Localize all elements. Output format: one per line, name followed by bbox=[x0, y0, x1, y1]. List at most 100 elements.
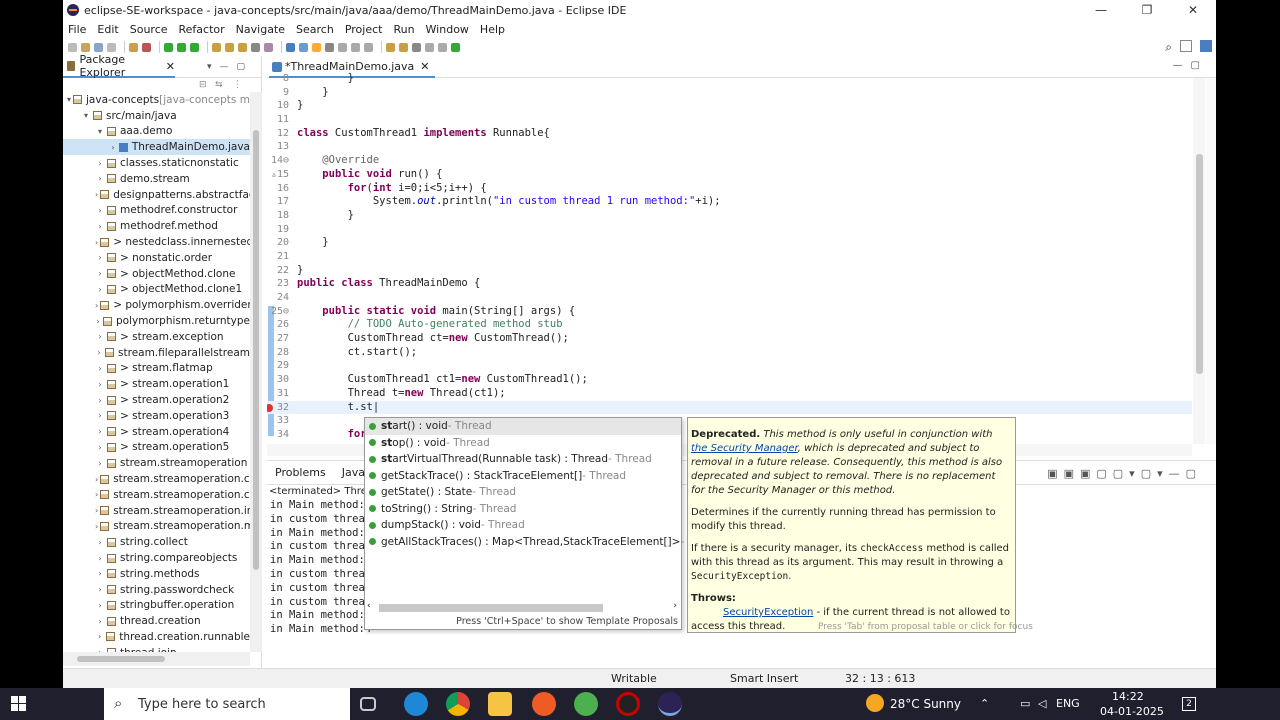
tree-item[interactable]: › > stream.operation1 bbox=[63, 376, 250, 392]
collapsed-arrow-icon[interactable]: › bbox=[95, 411, 105, 420]
collapsed-arrow-icon[interactable]: › bbox=[95, 159, 105, 168]
expanded-arrow-icon[interactable]: ▾ bbox=[95, 127, 105, 136]
collapsed-arrow-icon[interactable]: › bbox=[95, 317, 101, 326]
toolbar-button-icon[interactable] bbox=[238, 42, 247, 52]
collapsed-arrow-icon[interactable]: › bbox=[95, 585, 105, 594]
tree-item[interactable]: › stream.streamoperation bbox=[63, 455, 250, 471]
volume-icon[interactable]: ◁ bbox=[1038, 697, 1046, 710]
proposal-item[interactable]: startVirtualThread(Runnable task) : Thre… bbox=[365, 451, 681, 468]
proposal-item[interactable]: stop() : void - Thread bbox=[365, 435, 681, 452]
collapsed-arrow-icon[interactable]: › bbox=[95, 506, 98, 515]
clock-date[interactable]: 04-01-2025 bbox=[1100, 705, 1164, 718]
proposal-item[interactable]: getAllStackTraces() : Map<Thread,StackTr… bbox=[365, 534, 724, 551]
collapsed-arrow-icon[interactable]: › bbox=[95, 459, 105, 468]
tree-item[interactable]: › stringbuffer.operation bbox=[63, 598, 250, 614]
tree-item[interactable]: › > stream.operation4 bbox=[63, 424, 250, 440]
toolbar-button-icon[interactable] bbox=[399, 42, 408, 52]
code-area[interactable]: 8 } 9 } 10} 11 12 class CustomThread1 impleme… bbox=[267, 72, 1192, 442]
toolbar-button-icon[interactable] bbox=[286, 42, 295, 52]
start-button[interactable] bbox=[0, 688, 38, 720]
collapsed-arrow-icon[interactable]: › bbox=[95, 396, 105, 405]
explorer-horizontal-scrollbar[interactable] bbox=[63, 652, 250, 666]
toolbar-button-icon[interactable] bbox=[190, 42, 199, 52]
tree-item[interactable]: › methodref.constructor bbox=[63, 203, 250, 219]
toolbar-button-icon[interactable] bbox=[225, 42, 234, 52]
menu-search[interactable]: Search bbox=[291, 23, 340, 36]
toolbar-button-icon[interactable] bbox=[94, 42, 103, 52]
code-line[interactable]: 19 bbox=[267, 223, 1192, 237]
code-line[interactable]: 27 CustomThread ct=new CustomThread(); bbox=[267, 332, 1192, 346]
toolbar-button-icon[interactable] bbox=[264, 42, 273, 52]
proposal-item[interactable]: start() : void - Thread bbox=[365, 418, 681, 435]
explorer-vertical-scrollbar[interactable] bbox=[250, 92, 262, 652]
collapsed-arrow-icon[interactable]: › bbox=[95, 522, 98, 531]
collapsed-arrow-icon[interactable]: › bbox=[95, 269, 105, 278]
menu-project[interactable]: Project bbox=[340, 23, 389, 36]
collapsed-arrow-icon[interactable]: › bbox=[95, 222, 105, 231]
tree-item[interactable]: › thread.creation bbox=[63, 613, 250, 629]
tree-item[interactable]: › > objectMethod.clone bbox=[63, 266, 250, 282]
tray-chevron-icon[interactable]: ⌃ bbox=[980, 697, 989, 710]
link-editor-icon[interactable]: ⇆ bbox=[215, 80, 223, 90]
code-line[interactable]: 18 } bbox=[267, 209, 1192, 223]
toolbar-button-icon[interactable] bbox=[325, 42, 334, 52]
toolbar-button-icon[interactable] bbox=[451, 42, 460, 52]
tree-item[interactable]: › string.collect bbox=[63, 534, 250, 550]
collapsed-arrow-icon[interactable]: › bbox=[95, 238, 98, 247]
console-toolbar[interactable]: ▣▣▣▢▢▾▢▾—▢ bbox=[1039, 467, 1210, 480]
collapsed-arrow-icon[interactable]: › bbox=[109, 143, 117, 152]
edge-icon[interactable] bbox=[404, 692, 428, 716]
menu-run[interactable]: Run bbox=[388, 23, 420, 36]
expanded-arrow-icon[interactable]: ▾ bbox=[81, 111, 91, 120]
collapsed-arrow-icon[interactable]: › bbox=[95, 569, 105, 578]
tree-item[interactable]: › > stream.operation5 bbox=[63, 440, 250, 456]
code-line[interactable]: 29 bbox=[267, 359, 1192, 373]
code-line[interactable]: 17 System.out.println("in custom thread … bbox=[267, 195, 1192, 209]
toolbar-button-icon[interactable] bbox=[312, 42, 321, 52]
tree-item[interactable]: › > nestedclass.innernested bbox=[63, 234, 250, 250]
collapsed-arrow-icon[interactable]: › bbox=[95, 554, 105, 563]
tree-item[interactable]: › string.methods bbox=[63, 566, 250, 582]
filter-menu-icon[interactable]: ⋮ bbox=[233, 80, 242, 90]
tree-item[interactable]: › demo.stream bbox=[63, 171, 250, 187]
tree-item[interactable]: › methodref.method bbox=[63, 218, 250, 234]
collapsed-arrow-icon[interactable]: › bbox=[95, 364, 105, 373]
tree-item[interactable]: › > nonstatic.order bbox=[63, 250, 250, 266]
code-line[interactable]: 12 class CustomThread1 implements Runnabl… bbox=[267, 127, 1192, 141]
postman-icon[interactable] bbox=[532, 692, 556, 716]
tree-item[interactable]: › > stream.exception bbox=[63, 329, 250, 345]
code-line[interactable]: 31 Thread t=new Thread(ct1); bbox=[267, 387, 1192, 401]
code-line[interactable]: 13 bbox=[267, 140, 1192, 154]
code-line[interactable]: 16 for(int i=0;i<5;i++) { bbox=[267, 182, 1192, 196]
collapse-all-icon[interactable]: ⊟ bbox=[199, 80, 207, 90]
code-line[interactable]: 14⊖ @Override bbox=[267, 154, 1192, 168]
collapsed-arrow-icon[interactable]: › bbox=[95, 617, 105, 626]
package-explorer-tab[interactable]: Package Explorer ✕ bbox=[63, 53, 175, 79]
collapsed-arrow-icon[interactable]: › bbox=[95, 427, 105, 436]
menu-help[interactable]: Help bbox=[475, 23, 511, 36]
collapsed-arrow-icon[interactable]: › bbox=[95, 538, 105, 547]
view-menu-controls[interactable]: ▾—▢ bbox=[207, 62, 253, 72]
tree-item[interactable]: › designpatterns.abstractfacto bbox=[63, 187, 250, 203]
app-icon[interactable] bbox=[574, 692, 598, 716]
expanded-arrow-icon[interactable]: ▾ bbox=[67, 95, 71, 104]
minimize-button[interactable]: — bbox=[1078, 0, 1124, 20]
clock-time[interactable]: 14:22 bbox=[1112, 690, 1144, 703]
tree-item[interactable]: › polymorphism.returntype bbox=[63, 313, 250, 329]
collapsed-arrow-icon[interactable]: › bbox=[95, 490, 98, 499]
menu-edit[interactable]: Edit bbox=[92, 23, 124, 36]
collapsed-arrow-icon[interactable]: › bbox=[95, 301, 98, 310]
open-perspective-icon[interactable] bbox=[1180, 40, 1192, 52]
file-explorer-icon[interactable] bbox=[488, 692, 512, 716]
tree-item[interactable]: ▾ src/main/java bbox=[63, 108, 250, 124]
toolbar-button-icon[interactable] bbox=[107, 42, 116, 52]
collapsed-arrow-icon[interactable]: › bbox=[95, 174, 105, 183]
tree-item[interactable]: › classes.staticnonstatic bbox=[63, 155, 250, 171]
collapsed-arrow-icon[interactable]: › bbox=[95, 348, 103, 357]
tree-item[interactable]: › > stream.flatmap bbox=[63, 361, 250, 377]
code-line[interactable]: 9 } bbox=[267, 86, 1192, 100]
notification-icon[interactable]: 2 bbox=[1182, 697, 1196, 711]
proposal-item[interactable]: dumpStack() : void - Thread bbox=[365, 517, 681, 534]
tree-item[interactable]: › > polymorphism.overriden bbox=[63, 297, 250, 313]
close-button[interactable]: ✕ bbox=[1170, 0, 1216, 20]
